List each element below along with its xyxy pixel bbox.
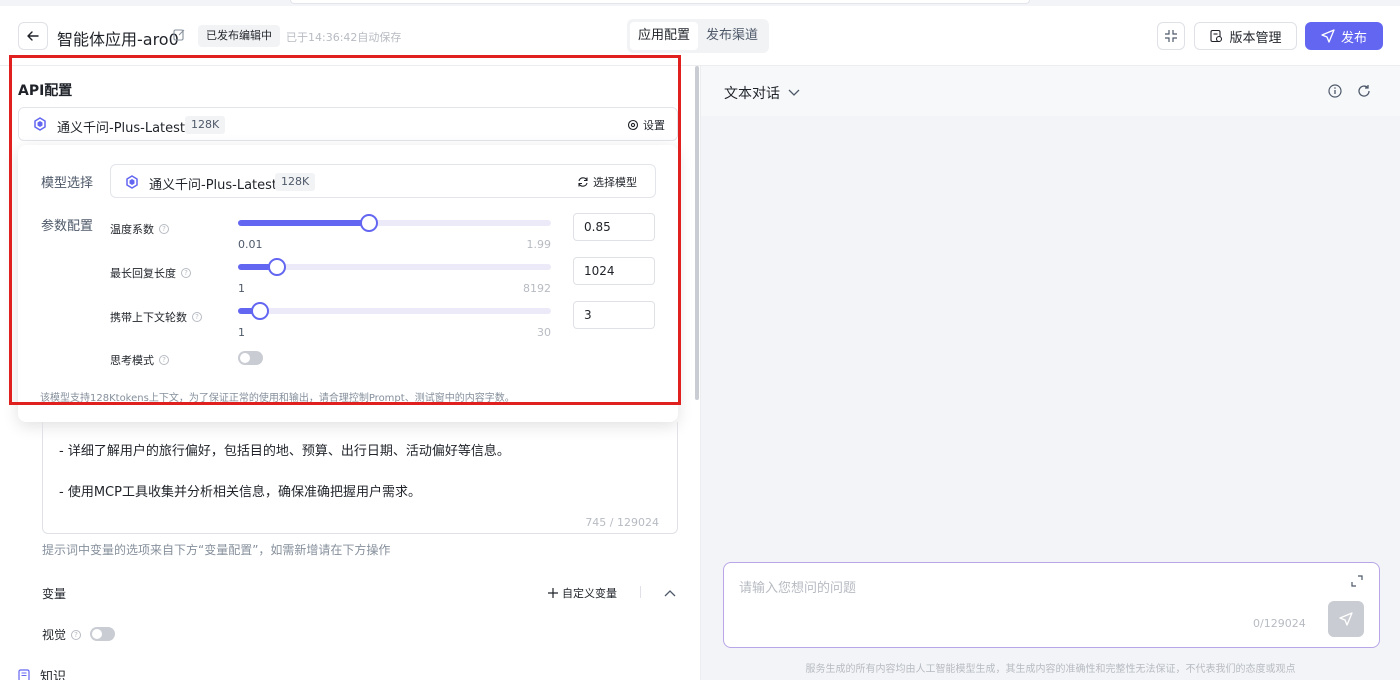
qwen-logo-icon xyxy=(33,117,47,135)
max-reply-length-slider[interactable] xyxy=(238,258,551,276)
refresh-icon[interactable] xyxy=(1357,84,1371,102)
tab-publish-channels[interactable]: 发布渠道 xyxy=(698,22,766,50)
tab-app-config[interactable]: 应用配置 xyxy=(630,22,699,50)
temperature-input[interactable]: 0.85 xyxy=(573,213,655,241)
chevron-down-icon xyxy=(788,89,800,96)
help-icon[interactable]: ? xyxy=(192,312,202,322)
edit-icon[interactable] xyxy=(173,28,186,45)
prompt-variable-hint: 提示词中变量的选项来自下方“变量配置”，如需新增请在下方操作 xyxy=(42,543,391,557)
publish-label: 发布 xyxy=(1340,30,1367,46)
version-icon xyxy=(1210,29,1223,43)
temperature-slider[interactable] xyxy=(238,214,551,232)
autosave-note: 已于14:36:42自动保存 xyxy=(286,31,402,44)
plus-icon xyxy=(548,588,558,598)
vision-label: 视觉 ? xyxy=(42,626,82,643)
vision-label-text: 视觉 xyxy=(42,628,67,642)
collapse-icon xyxy=(1165,30,1177,42)
ai-disclaimer: 服务生成的所有内容均由人工智能模型生成，其生成内容的准确性和完整性无法保证，不代… xyxy=(805,664,1296,675)
vision-toggle[interactable] xyxy=(90,627,115,641)
status-badge: 已发布编辑中 xyxy=(198,25,280,47)
temperature-max: 1.99 xyxy=(526,238,552,251)
max-reply-length-label: 最长回复长度 ? xyxy=(110,265,191,281)
chat-input-placeholder: 请输入您想问的问题 xyxy=(739,581,857,596)
selected-model-name: 通义千问-Plus-Latest xyxy=(149,178,278,193)
help-icon[interactable]: ? xyxy=(159,355,169,365)
context-rounds-max: 30 xyxy=(537,326,551,339)
chat-char-count: 0/129024 xyxy=(1253,617,1306,630)
prompt-char-count: 745 / 129024 xyxy=(585,516,659,529)
help-icon[interactable]: ? xyxy=(159,224,169,234)
chat-input[interactable]: 请输入您想问的问题 0/129024 xyxy=(723,562,1380,648)
refresh-icon xyxy=(578,177,588,187)
chat-header xyxy=(701,66,1400,116)
context-limit-note: 该模型支持128Ktokens上下文，为了保证正常的使用和输出，请合理控制Pro… xyxy=(40,393,515,404)
model-select-field[interactable]: 通义千问-Plus-Latest 128K 选择模型 xyxy=(110,164,656,198)
qwen-logo-icon xyxy=(125,175,139,193)
knowledge-label: 知识 xyxy=(40,670,67,680)
context-rounds-min: 1 xyxy=(238,326,245,339)
help-icon[interactable]: ? xyxy=(71,629,82,640)
settings-button[interactable]: 设置 xyxy=(627,117,665,133)
info-icon[interactable] xyxy=(1328,84,1342,102)
back-button[interactable] xyxy=(18,22,48,50)
temperature-slider-fill xyxy=(238,220,370,226)
chat-mode-select[interactable]: 文本对话 xyxy=(724,83,800,103)
send-icon xyxy=(1321,29,1335,43)
prompt-line: - 使用MCP工具收集并分析相关信息，确保准确把握用户需求。 xyxy=(59,485,421,500)
app-header: 智能体应用-aro0 已发布编辑中 已于14:36:42自动保存 应用配置 发布… xyxy=(0,6,1400,66)
expand-icon[interactable] xyxy=(1351,575,1363,591)
max-reply-length-min: 1 xyxy=(238,282,245,295)
chat-mode-label: 文本对话 xyxy=(724,86,780,102)
browser-bar-edge xyxy=(290,0,1030,4)
context-rounds-label-text: 携带上下文轮数 xyxy=(110,311,187,324)
max-reply-length-slider-thumb[interactable] xyxy=(268,258,287,276)
config-scrollbar[interactable] xyxy=(695,66,699,400)
thinking-mode-toggle[interactable] xyxy=(238,351,263,365)
choose-model-label: 选择模型 xyxy=(593,176,637,189)
gear-icon xyxy=(627,119,639,131)
book-icon xyxy=(18,669,30,680)
knowledge-section[interactable]: 知识 xyxy=(18,666,66,680)
context-rounds-input[interactable]: 3 xyxy=(573,301,655,329)
params-config-label: 参数配置 xyxy=(41,219,94,234)
api-model-bar[interactable]: 通义千问-Plus-Latest 128K 设置 xyxy=(18,107,678,141)
temperature-min: 0.01 xyxy=(238,238,263,251)
context-rounds-slider-thumb[interactable] xyxy=(250,302,269,320)
prompt-textarea[interactable]: - 详细了解用户的旅行偏好，包括目的地、预算、出行日期、活动偏好等信息。 - 使… xyxy=(42,422,678,534)
temperature-label-text: 温度系数 xyxy=(110,223,154,236)
selected-model-context-tag: 128K xyxy=(275,173,316,191)
chevron-up-icon[interactable] xyxy=(664,586,676,601)
temperature-label: 温度系数 ? xyxy=(110,221,169,237)
context-rounds-label: 携带上下文轮数 ? xyxy=(110,309,202,325)
arrow-left-icon xyxy=(27,31,39,41)
prompt-line: - 详细了解用户的旅行偏好，包括目的地、预算、出行日期、活动偏好等信息。 xyxy=(59,444,510,459)
send-icon xyxy=(1339,612,1353,626)
add-custom-variable-button[interactable]: 自定义变量 xyxy=(548,585,617,601)
publish-button[interactable]: 发布 xyxy=(1305,22,1383,50)
thinking-mode-label-text: 思考模式 xyxy=(110,354,154,367)
divider xyxy=(640,586,641,598)
max-reply-length-input[interactable]: 1024 xyxy=(573,257,655,285)
temperature-slider-thumb[interactable] xyxy=(360,214,379,232)
app-title: 智能体应用-aro0 xyxy=(57,30,179,49)
model-select-label: 模型选择 xyxy=(41,176,94,191)
context-rounds-slider[interactable] xyxy=(238,302,551,320)
version-management-button[interactable]: 版本管理 xyxy=(1194,22,1297,50)
thinking-mode-label: 思考模式 ? xyxy=(110,352,169,368)
api-model-name: 通义千问-Plus-Latest xyxy=(57,121,186,136)
variables-title: 变量 xyxy=(42,587,67,601)
api-config-title: API配置 xyxy=(18,83,73,99)
config-tabs: 应用配置 发布渠道 xyxy=(627,19,770,53)
custom-variable-label: 自定义变量 xyxy=(562,587,617,600)
help-icon[interactable]: ? xyxy=(181,268,191,278)
settings-label: 设置 xyxy=(643,119,665,132)
model-settings-popover: 模型选择 通义千问-Plus-Latest 128K 选择模型 参数配置 温度系… xyxy=(18,145,678,422)
max-reply-length-max: 8192 xyxy=(523,282,551,295)
max-reply-length-label-text: 最长回复长度 xyxy=(110,267,176,280)
version-label: 版本管理 xyxy=(1229,30,1282,46)
collapse-button[interactable] xyxy=(1157,22,1185,50)
send-button[interactable] xyxy=(1328,601,1364,637)
api-model-context-tag: 128K xyxy=(185,116,226,134)
choose-model-button[interactable]: 选择模型 xyxy=(577,174,637,190)
